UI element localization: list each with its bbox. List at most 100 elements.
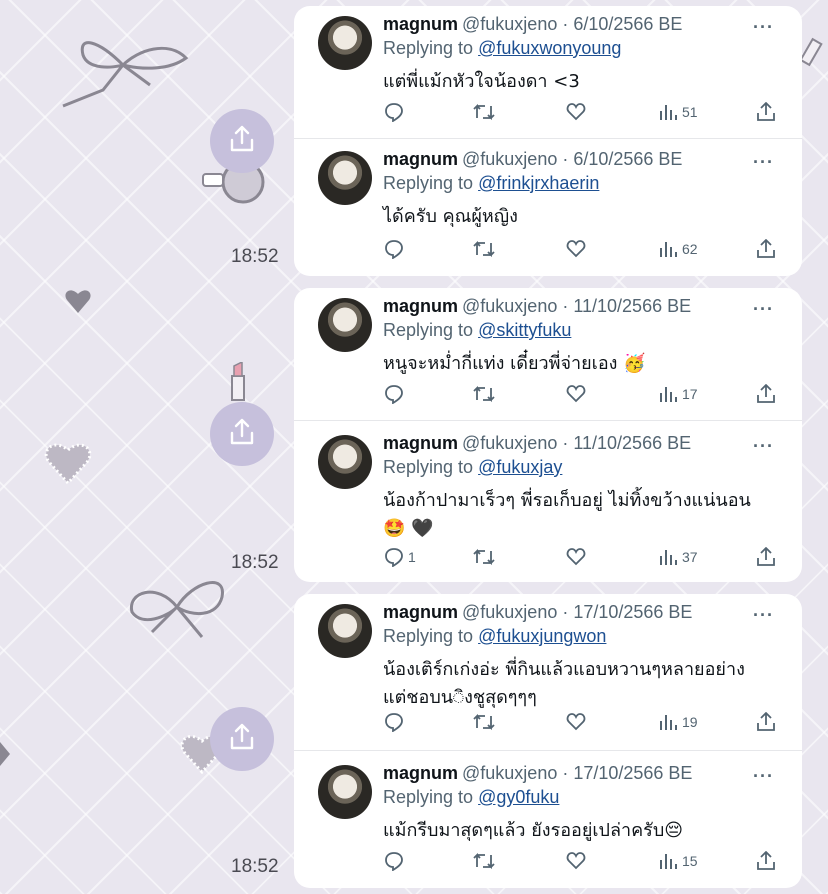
reply-button[interactable] bbox=[384, 851, 408, 871]
ribbon-decoration-middle bbox=[122, 572, 237, 646]
tweet-actions: 17 bbox=[294, 384, 802, 406]
heart-icon bbox=[566, 102, 586, 122]
more-icon[interactable]: ··· bbox=[753, 152, 774, 173]
retweet-button[interactable] bbox=[472, 239, 496, 259]
like-button[interactable] bbox=[566, 547, 586, 567]
share-tweet-button[interactable] bbox=[756, 239, 776, 259]
share-tweet-button[interactable] bbox=[756, 384, 776, 404]
avatar[interactable] bbox=[318, 16, 372, 70]
avatar[interactable] bbox=[318, 765, 372, 819]
tweet-actions: 1 37 bbox=[294, 547, 802, 569]
tweet-card[interactable]: magnum @fukuxjeno · 6/10/2566 BE ··· Reply… bbox=[294, 6, 802, 276]
author-handle-date: @fukuxjeno · 11/10/2566 BE bbox=[462, 296, 692, 316]
tweet[interactable]: magnum @fukuxjeno · 6/10/2566 BE ··· Reply… bbox=[294, 139, 802, 276]
author-name[interactable]: magnum bbox=[383, 763, 458, 783]
retweet-button[interactable] bbox=[472, 547, 496, 567]
views-icon bbox=[658, 851, 678, 871]
more-icon[interactable]: ··· bbox=[753, 17, 774, 38]
retweet-icon bbox=[472, 712, 496, 732]
heart-icon bbox=[566, 712, 586, 732]
avatar[interactable] bbox=[318, 298, 372, 352]
retweet-button[interactable] bbox=[472, 712, 496, 732]
share-tweet-button[interactable] bbox=[756, 851, 776, 871]
tweet[interactable]: magnum @fukuxjeno · 17/10/2566 BE ··· Repl… bbox=[294, 751, 802, 888]
tweet-card[interactable]: magnum @fukuxjeno · 11/10/2566 BE ··· Repl… bbox=[294, 288, 802, 582]
tweet-text: ได้ครับ คุณผู้หญิง bbox=[383, 206, 518, 227]
message-timestamp: 18:52 bbox=[231, 246, 279, 267]
author-name[interactable]: magnum bbox=[383, 14, 458, 34]
replying-to-link[interactable]: @fukuxwonyoung bbox=[478, 38, 621, 58]
reply-button[interactable] bbox=[384, 712, 408, 732]
share-icon bbox=[756, 239, 776, 259]
views-button[interactable]: 51 bbox=[658, 102, 698, 122]
reply-button[interactable]: 1 bbox=[384, 547, 416, 567]
tweet[interactable]: magnum @fukuxjeno · 17/10/2566 BE ··· Repl… bbox=[294, 594, 802, 751]
replying-to-link[interactable]: @fukuxjungwon bbox=[478, 626, 606, 646]
more-icon[interactable]: ··· bbox=[753, 436, 774, 457]
partial-decoration-left bbox=[0, 742, 12, 770]
retweet-button[interactable] bbox=[472, 851, 496, 871]
share-tweet-button[interactable] bbox=[756, 712, 776, 732]
author-name[interactable]: magnum bbox=[383, 149, 458, 169]
tweet-card[interactable]: magnum @fukuxjeno · 17/10/2566 BE ··· Repl… bbox=[294, 594, 802, 888]
replying-to: Replying to @frinkjrxhaerin bbox=[383, 173, 599, 194]
share-tweet-button[interactable] bbox=[756, 547, 776, 567]
replying-to-label: Replying to bbox=[383, 787, 474, 807]
reply-button[interactable] bbox=[384, 239, 408, 259]
replying-to-link[interactable]: @frinkjrxhaerin bbox=[478, 173, 599, 193]
reply-icon bbox=[384, 239, 404, 259]
avatar[interactable] bbox=[318, 151, 372, 205]
replying-to-link[interactable]: @fukuxjay bbox=[478, 457, 562, 477]
views-button[interactable]: 19 bbox=[658, 712, 698, 732]
reply-button[interactable] bbox=[384, 384, 408, 404]
tweet-actions: 19 bbox=[294, 712, 802, 734]
share-tweet-button[interactable] bbox=[756, 102, 776, 122]
tweet-text: น้องก้าปามาเร็วๆ พี่รอเก็บอยู่ ไม่ทิ้งขว… bbox=[383, 490, 751, 539]
share-button[interactable] bbox=[210, 707, 274, 771]
like-button[interactable] bbox=[566, 712, 586, 732]
share-button[interactable] bbox=[210, 402, 274, 466]
replying-to-label: Replying to bbox=[383, 320, 474, 340]
replying-to-label: Replying to bbox=[383, 38, 474, 58]
views-button[interactable]: 62 bbox=[658, 239, 698, 259]
reply-icon bbox=[384, 102, 404, 122]
replying-to-label: Replying to bbox=[383, 457, 474, 477]
retweet-button[interactable] bbox=[472, 102, 496, 122]
replying-to: Replying to @fukuxjungwon bbox=[383, 626, 606, 647]
share-icon bbox=[227, 417, 257, 452]
replying-to-link[interactable]: @gy0fuku bbox=[478, 787, 559, 807]
views-count: 62 bbox=[682, 241, 698, 257]
replying-to-label: Replying to bbox=[383, 173, 474, 193]
author-name[interactable]: magnum bbox=[383, 296, 458, 316]
avatar[interactable] bbox=[318, 435, 372, 489]
like-button[interactable] bbox=[566, 384, 586, 404]
tweet-actions: 15 bbox=[294, 851, 802, 873]
reply-button[interactable] bbox=[384, 102, 408, 122]
share-button[interactable] bbox=[210, 109, 274, 173]
reply-icon bbox=[384, 712, 404, 732]
views-button[interactable]: 17 bbox=[658, 384, 698, 404]
author-handle-date: @fukuxjeno · 6/10/2566 BE bbox=[462, 14, 683, 34]
views-button[interactable]: 37 bbox=[658, 547, 698, 567]
like-button[interactable] bbox=[566, 102, 586, 122]
like-button[interactable] bbox=[566, 239, 586, 259]
more-icon[interactable]: ··· bbox=[753, 299, 774, 320]
heart-icon bbox=[566, 851, 586, 871]
replying-to-link[interactable]: @skittyfuku bbox=[478, 320, 571, 340]
tweet-text: แต่พี่แม้กหัวใจน้องดา <3 bbox=[383, 71, 580, 92]
tweet[interactable]: magnum @fukuxjeno · 11/10/2566 BE ··· Repl… bbox=[294, 421, 802, 582]
more-icon[interactable]: ··· bbox=[753, 605, 774, 626]
more-icon[interactable]: ··· bbox=[753, 766, 774, 787]
tweet[interactable]: magnum @fukuxjeno · 11/10/2566 BE ··· Repl… bbox=[294, 288, 802, 421]
like-button[interactable] bbox=[566, 851, 586, 871]
author-name[interactable]: magnum bbox=[383, 433, 458, 453]
avatar[interactable] bbox=[318, 604, 372, 658]
retweet-button[interactable] bbox=[472, 384, 496, 404]
tweet[interactable]: magnum @fukuxjeno · 6/10/2566 BE ··· Reply… bbox=[294, 6, 802, 139]
replying-to: Replying to @fukuxwonyoung bbox=[383, 38, 621, 59]
author-name[interactable]: magnum bbox=[383, 602, 458, 622]
share-icon bbox=[756, 712, 776, 732]
message-timestamp: 18:52 bbox=[231, 552, 279, 573]
views-button[interactable]: 15 bbox=[658, 851, 698, 871]
reply-icon bbox=[384, 384, 404, 404]
